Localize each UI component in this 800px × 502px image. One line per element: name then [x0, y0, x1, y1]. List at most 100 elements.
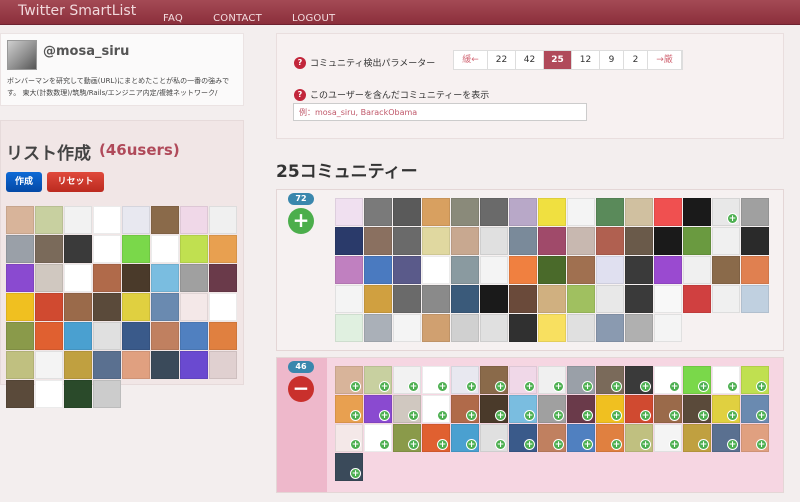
add-user-icon[interactable]: +: [437, 381, 448, 392]
member-avatar-thumb[interactable]: +: [683, 424, 711, 452]
member-avatar-thumb[interactable]: +: [538, 366, 566, 394]
user-avatar-thumb[interactable]: [151, 235, 179, 263]
member-avatar-thumb[interactable]: +: [393, 424, 421, 452]
add-user-icon[interactable]: +: [582, 381, 593, 392]
user-avatar-thumb[interactable]: [93, 264, 121, 292]
add-user-icon[interactable]: +: [437, 410, 448, 421]
user-avatar-thumb[interactable]: [151, 322, 179, 350]
member-avatar-thumb[interactable]: +: [567, 366, 595, 394]
user-avatar-thumb[interactable]: [64, 322, 92, 350]
member-avatar-thumb[interactable]: [712, 256, 740, 284]
member-avatar-thumb[interactable]: [480, 314, 508, 342]
member-avatar-thumb[interactable]: +: [538, 424, 566, 452]
help-icon[interactable]: ?: [294, 57, 306, 69]
member-avatar-thumb[interactable]: [567, 256, 595, 284]
member-avatar-thumb[interactable]: [335, 314, 363, 342]
add-user-icon[interactable]: +: [350, 439, 361, 450]
member-avatar-thumb[interactable]: +: [364, 395, 392, 423]
user-avatar-thumb[interactable]: [122, 264, 150, 292]
add-user-icon[interactable]: +: [524, 410, 535, 421]
add-user-icon[interactable]: +: [350, 410, 361, 421]
user-avatar-thumb[interactable]: [180, 264, 208, 292]
member-avatar-thumb[interactable]: +: [335, 424, 363, 452]
member-avatar-thumb[interactable]: [335, 227, 363, 255]
member-avatar-thumb[interactable]: +: [422, 424, 450, 452]
member-avatar-thumb[interactable]: +: [451, 424, 479, 452]
add-user-icon[interactable]: +: [582, 439, 593, 450]
add-user-icon[interactable]: +: [379, 381, 390, 392]
member-avatar-thumb[interactable]: [625, 256, 653, 284]
user-avatar-thumb[interactable]: [6, 206, 34, 234]
member-avatar-thumb[interactable]: +: [654, 366, 682, 394]
member-avatar-thumb[interactable]: [596, 285, 624, 313]
member-avatar-thumb[interactable]: [567, 198, 595, 226]
user-avatar-thumb[interactable]: [6, 293, 34, 321]
add-user-icon[interactable]: +: [466, 410, 477, 421]
add-user-icon[interactable]: +: [379, 410, 390, 421]
user-avatar-thumb[interactable]: [35, 264, 63, 292]
user-avatar-thumb[interactable]: [6, 380, 34, 408]
member-avatar-thumb[interactable]: [422, 285, 450, 313]
nav-contact[interactable]: CONTACT: [213, 13, 262, 24]
member-avatar-thumb[interactable]: +: [451, 366, 479, 394]
member-avatar-thumb[interactable]: +: [335, 366, 363, 394]
add-user-icon[interactable]: +: [756, 439, 767, 450]
add-user-icon[interactable]: +: [466, 439, 477, 450]
member-avatar-thumb[interactable]: +: [712, 198, 740, 226]
member-avatar-thumb[interactable]: [422, 256, 450, 284]
member-avatar-thumb[interactable]: [712, 227, 740, 255]
add-user-icon[interactable]: +: [698, 439, 709, 450]
add-user-icon[interactable]: +: [727, 439, 738, 450]
pager-stricter[interactable]: →厳: [648, 51, 682, 69]
user-avatar-thumb[interactable]: [64, 351, 92, 379]
pager-item[interactable]: 22: [488, 51, 516, 69]
member-avatar-thumb[interactable]: [567, 285, 595, 313]
add-user-icon[interactable]: +: [466, 381, 477, 392]
add-user-icon[interactable]: +: [408, 410, 419, 421]
user-avatar-thumb[interactable]: [180, 206, 208, 234]
add-user-icon[interactable]: +: [640, 381, 651, 392]
add-user-icon[interactable]: +: [756, 381, 767, 392]
pager-item[interactable]: 2: [624, 51, 648, 69]
user-avatar-thumb[interactable]: [6, 235, 34, 263]
member-avatar-thumb[interactable]: +: [509, 395, 537, 423]
member-avatar-thumb[interactable]: [451, 285, 479, 313]
member-avatar-thumb[interactable]: [509, 198, 537, 226]
member-avatar-thumb[interactable]: [393, 227, 421, 255]
user-avatar-thumb[interactable]: [35, 380, 63, 408]
add-user-icon[interactable]: +: [582, 410, 593, 421]
member-avatar-thumb[interactable]: +: [625, 395, 653, 423]
member-avatar-thumb[interactable]: [451, 198, 479, 226]
member-avatar-thumb[interactable]: [480, 198, 508, 226]
add-user-icon[interactable]: +: [727, 381, 738, 392]
user-avatar-thumb[interactable]: [35, 235, 63, 263]
pager-item[interactable]: 25: [544, 51, 572, 69]
member-avatar-thumb[interactable]: [538, 285, 566, 313]
add-user-icon[interactable]: +: [611, 439, 622, 450]
member-avatar-thumb[interactable]: +: [654, 395, 682, 423]
pager-item[interactable]: 12: [572, 51, 600, 69]
member-avatar-thumb[interactable]: +: [741, 366, 769, 394]
member-avatar-thumb[interactable]: [538, 256, 566, 284]
user-avatar-thumb[interactable]: [93, 322, 121, 350]
add-user-icon[interactable]: +: [698, 381, 709, 392]
add-user-icon[interactable]: +: [553, 410, 564, 421]
add-user-icon[interactable]: +: [495, 439, 506, 450]
add-user-icon[interactable]: +: [495, 381, 506, 392]
user-avatar-thumb[interactable]: [35, 206, 63, 234]
member-avatar-thumb[interactable]: [509, 314, 537, 342]
member-avatar-thumb[interactable]: [364, 314, 392, 342]
reset-button[interactable]: リセット: [47, 172, 104, 192]
user-avatar-thumb[interactable]: [180, 235, 208, 263]
add-user-icon[interactable]: +: [408, 439, 419, 450]
user-avatar-thumb[interactable]: [151, 351, 179, 379]
user-avatar-thumb[interactable]: [93, 380, 121, 408]
member-avatar-thumb[interactable]: +: [480, 366, 508, 394]
member-avatar-thumb[interactable]: [480, 256, 508, 284]
member-avatar-thumb[interactable]: [335, 198, 363, 226]
user-avatar-thumb[interactable]: [64, 206, 92, 234]
member-avatar-thumb[interactable]: +: [712, 366, 740, 394]
add-user-icon[interactable]: +: [727, 410, 738, 421]
member-avatar-thumb[interactable]: [654, 256, 682, 284]
member-avatar-thumb[interactable]: [654, 227, 682, 255]
